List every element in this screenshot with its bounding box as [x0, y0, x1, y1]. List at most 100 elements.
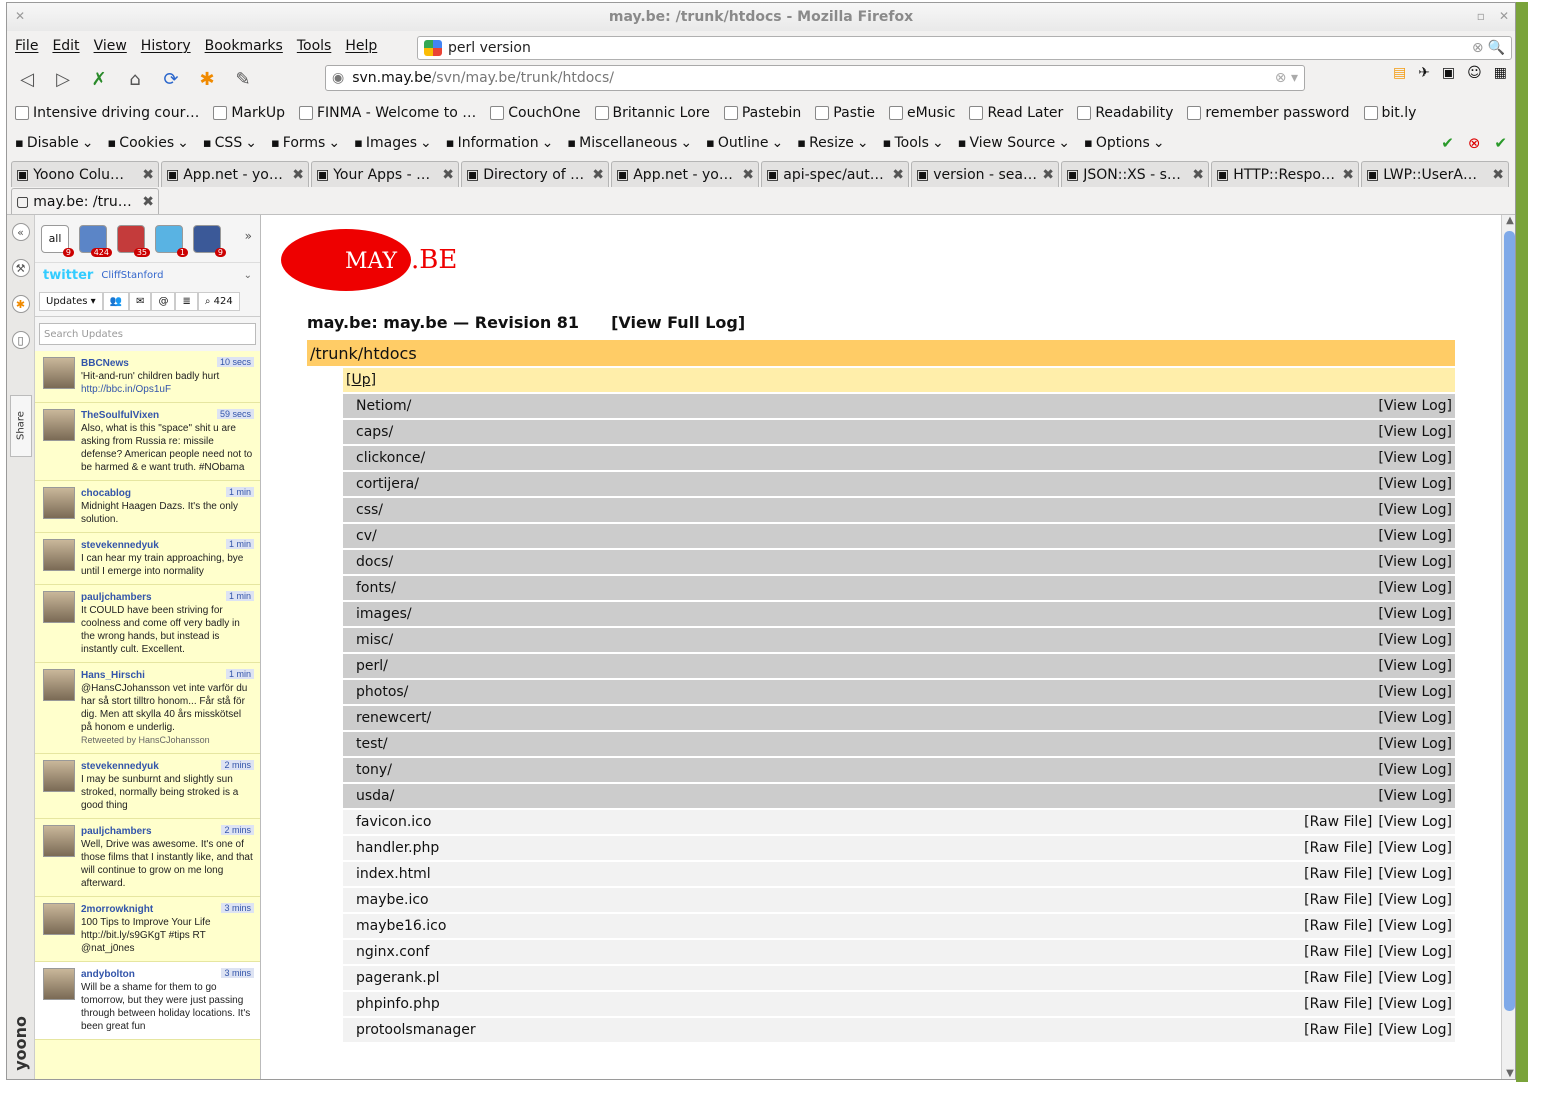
- bookmark-item[interactable]: remember password: [1187, 105, 1350, 121]
- view-log-link[interactable]: [View Log]: [1378, 892, 1452, 908]
- bookmark-item[interactable]: Britannic Lore: [594, 105, 710, 121]
- tab[interactable]: ▣ HTTP::Respo… ✖: [1211, 161, 1359, 187]
- webdev-menu-options[interactable]: ▪ Options ⌄: [1084, 135, 1165, 151]
- directory-name[interactable]: images/: [356, 606, 1378, 622]
- view-full-log-link[interactable]: [View Full Log]: [611, 313, 745, 332]
- menu-grid-icon[interactable]: ▦: [1494, 65, 1507, 81]
- tab[interactable]: ▣ App.net - yo… ✖: [161, 161, 309, 187]
- menu-view[interactable]: View: [94, 38, 127, 54]
- webdev-menu-outline[interactable]: ▪ Outline ⌄: [706, 135, 783, 151]
- tab[interactable]: ▣ api-spec/aut… ✖: [761, 161, 909, 187]
- directory-name[interactable]: misc/: [356, 632, 1378, 648]
- raw-file-link[interactable]: [Raw File]: [1304, 970, 1372, 986]
- tab[interactable]: ▣ Yoono Colu… ✖: [11, 161, 159, 187]
- check-icon[interactable]: ✔: [1494, 134, 1507, 152]
- avatar[interactable]: [43, 760, 75, 792]
- tab-updates[interactable]: Updates ▾: [39, 292, 103, 311]
- webdev-menu-disable[interactable]: ▪ Disable ⌄: [15, 135, 93, 151]
- raw-file-link[interactable]: [Raw File]: [1304, 840, 1372, 856]
- file-name[interactable]: pagerank.pl: [356, 970, 1304, 986]
- menu-help[interactable]: Help: [345, 38, 377, 54]
- directory-name[interactable]: clickonce/: [356, 450, 1378, 466]
- webdev-menu-tools[interactable]: ▪ Tools ⌄: [883, 135, 944, 151]
- tab-active[interactable]: ▢ may.be: /tru… ✖: [11, 188, 159, 214]
- search-icon[interactable]: ⌕ 424: [197, 292, 240, 311]
- bookmark-item[interactable]: Read Later: [969, 105, 1063, 121]
- search-input[interactable]: perl version: [448, 40, 531, 56]
- close-tab-icon[interactable]: ✖: [1042, 167, 1054, 183]
- avatar[interactable]: [43, 968, 75, 1000]
- star-icon[interactable]: ✱: [11, 295, 30, 313]
- webdev-menu-miscellaneous[interactable]: ▪ Miscellaneous ⌄: [567, 135, 692, 151]
- tweet-link[interactable]: http://bbc.in/Ops1uF: [81, 383, 254, 396]
- view-log-link[interactable]: [View Log]: [1378, 736, 1452, 752]
- scroll-thumb[interactable]: [1504, 231, 1515, 1011]
- file-name[interactable]: nginx.conf: [356, 944, 1304, 960]
- raw-file-link[interactable]: [Raw File]: [1304, 918, 1372, 934]
- bookmark-edit-icon[interactable]: ✎: [229, 65, 257, 93]
- avatar[interactable]: [43, 409, 75, 441]
- view-log-link[interactable]: [View Log]: [1378, 554, 1452, 570]
- file-name[interactable]: handler.php: [356, 840, 1304, 856]
- close-tab-icon[interactable]: ✖: [742, 167, 754, 183]
- directory-name[interactable]: Netiom/: [356, 398, 1378, 414]
- search-updates-input[interactable]: Search Updates: [39, 323, 256, 345]
- scroll-down-icon[interactable]: ▼: [1502, 1068, 1515, 1079]
- view-log-link[interactable]: [View Log]: [1378, 944, 1452, 960]
- bookmark-item[interactable]: Readability: [1077, 105, 1173, 121]
- avatar[interactable]: [43, 591, 75, 623]
- raw-file-link[interactable]: [Raw File]: [1304, 892, 1372, 908]
- close-tab-icon[interactable]: ✖: [142, 194, 154, 210]
- addon-icon[interactable]: ✈: [1418, 65, 1430, 81]
- raw-file-link[interactable]: [Raw File]: [1304, 1022, 1372, 1038]
- account-avatar[interactable]: 35: [117, 224, 150, 257]
- directory-name[interactable]: caps/: [356, 424, 1378, 440]
- webdev-menu-view-source[interactable]: ▪ View Source ⌄: [958, 135, 1070, 151]
- wrench-icon[interactable]: ⚒: [11, 259, 30, 277]
- menu-file[interactable]: File: [15, 38, 38, 54]
- mention-icon[interactable]: @: [151, 292, 176, 311]
- directory-name[interactable]: photos/: [356, 684, 1378, 700]
- rss-icon[interactable]: ▤: [1393, 65, 1406, 81]
- avatar[interactable]: [43, 825, 75, 857]
- username[interactable]: CliffStanford: [101, 270, 163, 281]
- view-log-link[interactable]: [View Log]: [1378, 970, 1452, 986]
- message-icon[interactable]: ✉: [129, 292, 152, 311]
- view-log-link[interactable]: [View Log]: [1378, 424, 1452, 440]
- raw-file-link[interactable]: [Raw File]: [1304, 814, 1372, 830]
- view-log-link[interactable]: [View Log]: [1378, 528, 1452, 544]
- menu-history[interactable]: History: [141, 38, 191, 54]
- directory-name[interactable]: fonts/: [356, 580, 1378, 596]
- avatar[interactable]: [43, 487, 75, 519]
- url-dropdown-icon[interactable]: ⊗ ▾: [1275, 70, 1298, 86]
- view-log-link[interactable]: [View Log]: [1378, 632, 1452, 648]
- view-log-link[interactable]: [View Log]: [1378, 684, 1452, 700]
- tab[interactable]: ▣ Your Apps - … ✖: [311, 161, 459, 187]
- tab[interactable]: ▣ version - sea… ✖: [911, 161, 1059, 187]
- bookmark-item[interactable]: CouchOne: [490, 105, 581, 121]
- webdev-menu-cookies[interactable]: ▪ Cookies ⌄: [107, 135, 188, 151]
- bookmark-item[interactable]: eMusic: [888, 105, 955, 121]
- webdev-menu-information[interactable]: ▪ Information ⌄: [446, 135, 554, 151]
- greasemonkey-icon[interactable]: ☺: [1467, 65, 1482, 81]
- maximize-icon[interactable]: ✕: [1499, 9, 1509, 23]
- close-tab-icon[interactable]: ✖: [892, 167, 904, 183]
- close-tab-icon[interactable]: ✖: [292, 167, 304, 183]
- bookmark-item[interactable]: bit.ly: [1363, 105, 1416, 121]
- search-box[interactable]: perl version ⊗ 🔍: [417, 36, 1512, 60]
- account-avatar[interactable]: 424: [79, 224, 112, 257]
- view-log-link[interactable]: [View Log]: [1378, 788, 1452, 804]
- reload-icon[interactable]: ⟳: [157, 65, 185, 93]
- check-icon[interactable]: ✔: [1441, 134, 1454, 152]
- view-log-link[interactable]: [View Log]: [1378, 476, 1452, 492]
- close-tab-icon[interactable]: ✖: [1192, 167, 1204, 183]
- sidebar-icon[interactable]: ▯: [11, 331, 30, 349]
- yoono-icon[interactable]: ✱: [193, 65, 221, 93]
- view-log-link[interactable]: [View Log]: [1378, 710, 1452, 726]
- file-name[interactable]: maybe.ico: [356, 892, 1304, 908]
- up-link[interactable]: [Up]: [346, 372, 376, 388]
- tab[interactable]: ▣ LWP::UserA… ✖: [1361, 161, 1509, 187]
- home-icon[interactable]: ⌂: [121, 65, 149, 93]
- view-log-link[interactable]: [View Log]: [1378, 996, 1452, 1012]
- view-log-link[interactable]: [View Log]: [1378, 762, 1452, 778]
